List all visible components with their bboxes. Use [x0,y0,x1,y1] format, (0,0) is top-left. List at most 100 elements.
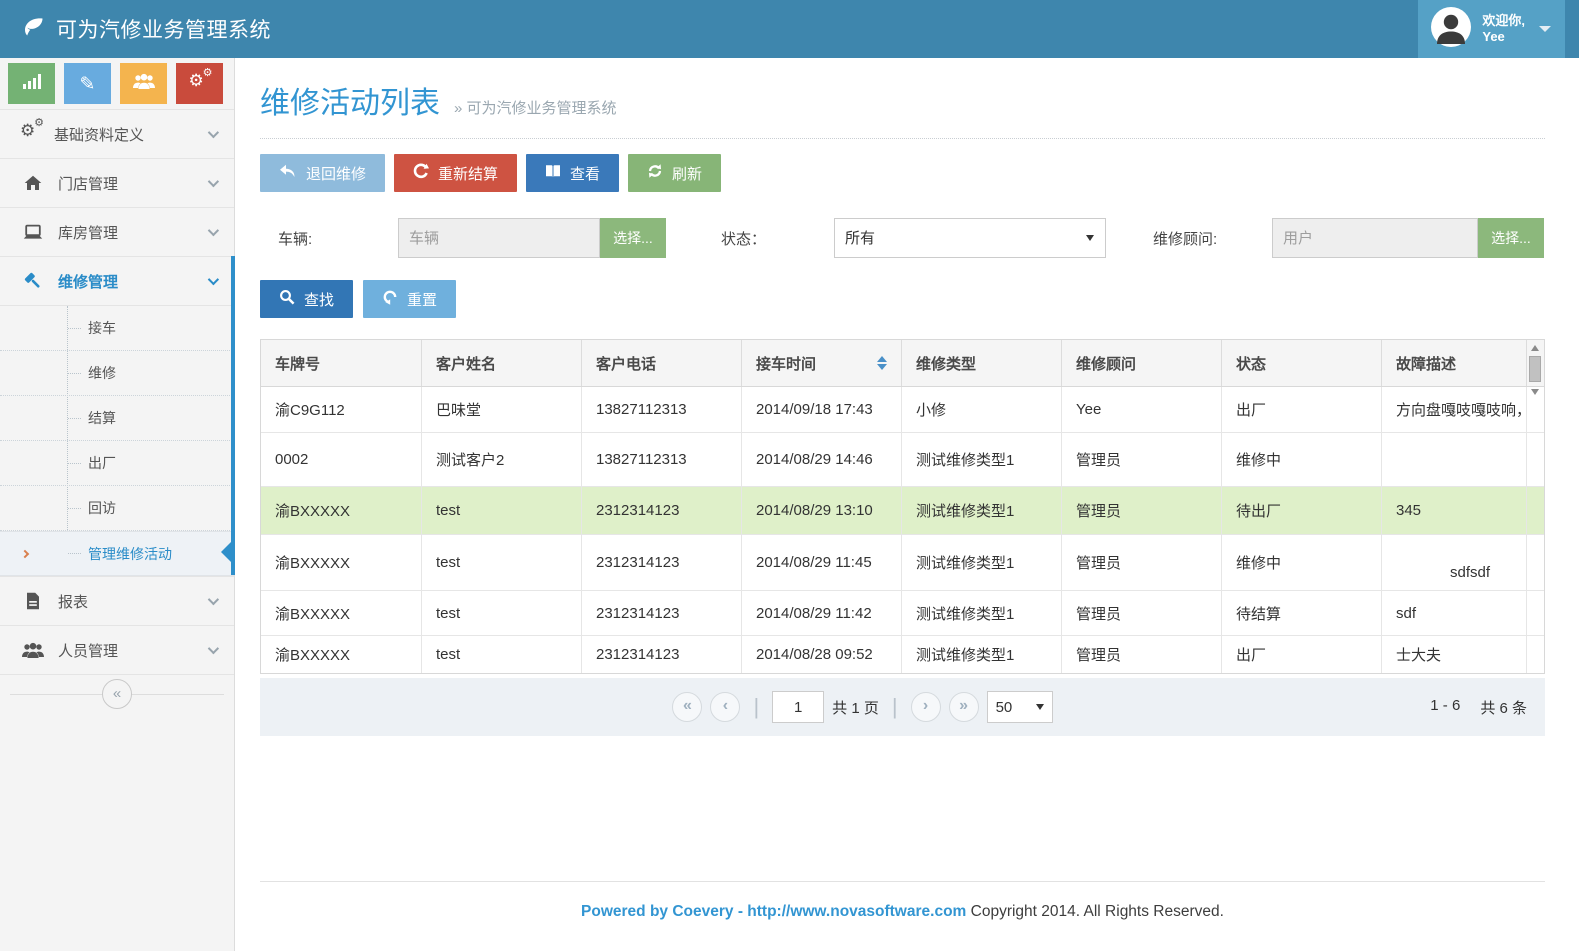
status-select[interactable]: 所有 [834,218,1106,258]
table-cell: 13827112313 [582,387,742,432]
find-button[interactable]: 查找 [260,280,353,318]
shortcut-chart-button[interactable] [8,63,55,104]
first-page-button[interactable]: « [672,692,702,722]
next-page-button[interactable]: › [911,692,941,722]
report-icon [20,592,46,610]
view-button[interactable]: 查看 [526,154,619,192]
sidebar-subitem-follow-up[interactable]: 回访 [0,486,234,531]
sidebar-subitem-leave-factory[interactable]: 出厂 [0,441,234,486]
column-header-fault-description[interactable]: 故障描述 [1382,340,1527,386]
table-cell: test [422,636,582,673]
scroll-up-icon[interactable] [1531,345,1539,351]
sort-icon[interactable] [871,356,887,370]
table-row[interactable]: 渝BXXXXXtest23123141232014/08/29 11:42测试维… [261,591,1544,636]
pager-separator: | [892,694,898,720]
column-header-status[interactable]: 状态 [1222,340,1382,386]
sidebar-collapse-button[interactable]: « [102,679,132,709]
scrollbar-spacer [1527,433,1544,486]
menu-label: 维修管理 [58,271,118,292]
table-cell: 13827112313 [582,433,742,486]
table-row[interactable]: 渝BXXXXXtest23123141232014/08/29 13:10测试维… [261,487,1544,535]
resettle-button[interactable]: 重新结算 [394,154,517,192]
sidebar: ✎ ⚙⚙ ⚙⚙ 基础资料定义 门店管理 [0,58,235,951]
refresh-icon [647,163,663,183]
page-size-select[interactable]: 50 [987,691,1053,723]
sidebar-item-personnel[interactable]: 人员管理 [0,625,234,674]
table-cell: 管理员 [1062,535,1222,590]
menu-label: 门店管理 [58,173,118,194]
undo-arrow-icon [279,164,297,182]
sidebar-subitem-settlement[interactable]: 结算 [0,396,234,441]
column-header-customer-name[interactable]: 客户姓名 [422,340,582,386]
table-header: 车牌号 客户姓名 客户电话 接车时间 维修类型 维修顾问 状态 故障描述 [261,340,1544,387]
refresh-c-icon [413,163,429,183]
last-page-button[interactable]: » [949,692,979,722]
table-cell: 管理员 [1062,487,1222,534]
advisor-choose-button[interactable]: 选择... [1478,218,1544,258]
grid-body: 渝C9G112巴味堂138271123132014/09/18 17:43小修Y… [261,387,1544,673]
sidebar-item-reports[interactable]: 报表 [0,576,234,625]
column-header-customer-phone[interactable]: 客户电话 [582,340,742,386]
page-input[interactable] [772,691,824,723]
return-repair-button[interactable]: 退回维修 [260,154,385,192]
gears-icon: ⚙⚙ [20,124,42,144]
shortcut-edit-button[interactable]: ✎ [64,63,111,104]
filter-bar: 车辆: 选择... 状态： 所有 维修顾问: 选择... [260,218,1545,258]
total-label: 共 6 条 [1480,697,1527,718]
sidebar-subitem-receive-car[interactable]: 接车 [0,306,234,351]
vehicle-choose-button[interactable]: 选择... [600,218,666,258]
shortcut-settings-button[interactable]: ⚙⚙ [176,63,223,104]
advisor-label: 维修顾问: [1153,228,1272,249]
reset-button[interactable]: 重置 [363,280,456,318]
gavel-icon [20,272,46,291]
chevron-down-icon [208,594,219,605]
prev-page-button[interactable]: ‹ [710,692,740,722]
table-cell: 渝BXXXXX [261,636,422,673]
scrollbar-thumb[interactable] [1529,356,1541,382]
powered-by-link[interactable]: Powered by Coevery - http://www.novasoft… [581,903,966,920]
table-cell: 小修 [902,387,1062,432]
active-section-bar [231,256,235,575]
table-row[interactable]: 渝BXXXXXtest23123141232014/08/29 11:45测试维… [261,535,1544,591]
column-header-plate[interactable]: 车牌号 [261,340,422,386]
table-row[interactable]: 渝BXXXXXtest23123141232014/08/28 09:52测试维… [261,636,1544,673]
column-header-receive-time[interactable]: 接车时间 [742,340,902,386]
sidebar-subitem-manage-repair-activities[interactable]: 管理维修活动 [0,531,234,576]
shortcut-users-button[interactable] [120,63,167,104]
laptop-icon [20,224,46,240]
sidebar-subitem-repair[interactable]: 维修 [0,351,234,396]
column-header-repair-type[interactable]: 维修类型 [902,340,1062,386]
user-menu[interactable]: 欢迎你, Yee [1418,0,1565,58]
sidebar-item-repair-management[interactable]: 维修管理 [0,256,234,305]
advisor-input[interactable] [1272,218,1478,258]
table-cell: 维修中 [1222,433,1382,486]
chart-icon [23,74,41,94]
column-header-advisor[interactable]: 维修顾问 [1062,340,1222,386]
breadcrumb: » 可为汽修业务管理系统 [454,97,617,118]
book-icon [545,164,561,182]
scrollbar-spacer [1527,636,1544,673]
table-row[interactable]: 0002测试客户2138271123132014/08/29 14:46测试维修… [261,433,1544,487]
table-cell: 345 [1382,487,1527,534]
menu-label: 库房管理 [58,222,118,243]
table-cell: sdf [1382,591,1527,635]
vehicle-input-group: 选择... [398,218,666,258]
refresh-button[interactable]: 刷新 [628,154,721,192]
scroll-down-icon[interactable] [1531,389,1539,395]
users-icon [132,73,156,95]
table-row[interactable]: 渝C9G112巴味堂138271123132014/09/18 17:43小修Y… [261,387,1544,433]
table-cell: 管理员 [1062,433,1222,486]
table-cell: 士大夫 [1382,636,1527,673]
pencil-icon: ✎ [80,73,96,95]
table-cell: 方向盘嘎吱嘎吱响，特 [1382,387,1527,432]
table-cell: 2014/08/29 13:10 [742,487,902,534]
sidebar-collapse-row: « [0,674,234,712]
sidebar-menu: ⚙⚙ 基础资料定义 门店管理 库房管理 [0,109,234,712]
menu-label: 基础资料定义 [54,124,144,145]
page-title: 维修活动列表 [260,78,440,122]
top-header: 可为汽修业务管理系统 欢迎你, Yee [0,0,1579,58]
sidebar-item-stores[interactable]: 门店管理 [0,158,234,207]
sidebar-item-basic-data[interactable]: ⚙⚙ 基础资料定义 [0,109,234,158]
vehicle-input[interactable] [398,218,600,258]
sidebar-item-warehouse[interactable]: 库房管理 [0,207,234,256]
